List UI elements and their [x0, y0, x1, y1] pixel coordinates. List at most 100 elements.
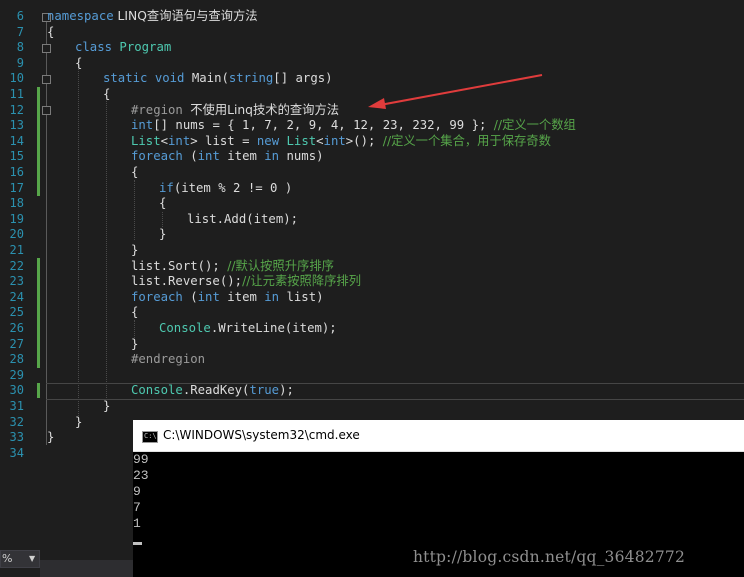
line-number: 6	[16, 9, 24, 23]
keyword: in	[264, 289, 280, 304]
comment: //默认按照升序排序	[227, 258, 334, 273]
type-name: Console	[131, 383, 183, 398]
keyword: int	[323, 133, 346, 148]
keyword: class	[75, 40, 113, 55]
line-number: 23	[9, 274, 24, 289]
line-number: 8	[16, 40, 24, 55]
line-number: 29	[9, 367, 24, 382]
change-indicator-bar	[37, 87, 40, 196]
keyword: int	[197, 149, 220, 164]
code-text: item	[219, 149, 265, 164]
horizontal-scrollbar[interactable]	[40, 560, 133, 577]
code-line: class Program	[75, 40, 171, 56]
code-line: list.Sort(); //默认按照升序排序	[131, 259, 334, 275]
collapse-toggle[interactable]	[42, 44, 51, 53]
annotation-arrow-icon	[368, 74, 543, 109]
cmd-title-bar[interactable]: C:\ C:\WINDOWS\system32\cmd.exe	[133, 420, 744, 452]
code-line: }	[103, 399, 111, 413]
line-number: 18	[9, 196, 24, 211]
code-text: >();	[345, 133, 383, 148]
keyword: void	[147, 71, 185, 86]
line-number: 15	[9, 149, 24, 164]
line-number: 13	[9, 118, 24, 133]
keyword: int	[197, 289, 220, 304]
console-output-line: 1	[133, 516, 141, 531]
zoom-level: %	[2, 552, 13, 565]
code-text: (item % 2 != 0 )	[173, 180, 293, 195]
line-number: 34	[9, 445, 24, 460]
keyword: string	[228, 71, 274, 86]
indent-guide	[78, 64, 79, 424]
console-output-line: 7	[133, 500, 141, 515]
comment: //让元素按照降序排列	[242, 274, 362, 289]
keyword: int	[131, 118, 154, 133]
console-output: 99 23 9 7 1	[133, 452, 149, 532]
region-name: 不使用Linq技术的查询方法	[190, 102, 340, 117]
zoom-dropdown[interactable]: % ▼	[0, 550, 40, 568]
code-text: list.Sort();	[131, 258, 228, 273]
code-line: if(item % 2 != 0 )	[159, 181, 292, 197]
keyword: true	[249, 383, 280, 398]
code-text: (	[182, 289, 198, 304]
code-text: item	[219, 289, 265, 304]
code-text: nums)	[279, 149, 324, 164]
type-name: List	[131, 133, 161, 148]
endregion-line: #endregion	[131, 352, 206, 367]
code-line: Console.WriteLine(item);	[159, 321, 337, 337]
cmd-window-title: C:\WINDOWS\system32\cmd.exe	[163, 428, 360, 442]
line-number: 21	[9, 243, 24, 257]
code-text: .ReadKey(	[182, 383, 250, 398]
code-text: .WriteLine(item);	[210, 321, 337, 335]
line-number: 16	[9, 165, 24, 179]
namespace-name: LINQ查询语句与查询方法	[113, 9, 258, 23]
line-number: 10	[9, 71, 24, 86]
console-output-line: 99	[133, 452, 149, 467]
comment: //定义一个数组	[493, 118, 576, 133]
line-number: 25	[9, 305, 24, 320]
change-indicator-bar	[37, 258, 40, 368]
line-number: 22	[9, 258, 24, 273]
keyword: int	[168, 133, 191, 148]
region-directive: #region	[131, 102, 191, 117]
line-number: 19	[9, 211, 24, 226]
code-line: static void Main(string[] args)	[103, 71, 333, 87]
code-line: foreach (int item in list)	[131, 290, 324, 306]
code-line: }	[131, 336, 139, 351]
code-line: list.Reverse();//让元素按照降序排列	[131, 274, 361, 290]
indent-guide	[162, 212, 163, 227]
code-line: }	[131, 243, 139, 257]
collapse-toggle[interactable]	[42, 75, 51, 84]
outline-line	[46, 22, 47, 445]
line-number: 24	[9, 289, 24, 304]
code-text: <	[316, 133, 324, 148]
keyword: foreach	[131, 149, 183, 164]
indent-guide	[106, 96, 107, 408]
line-number-gutter: 6 7 8 9 10 11 12 13 14 15 16 17 18 19 20…	[0, 0, 30, 560]
code-line: Console.ReadKey(true);	[131, 383, 294, 399]
code-line: foreach (int item in nums)	[131, 149, 324, 165]
code-line: List<int> list = new List<int>(); //定义一个…	[131, 134, 551, 150]
code-line: }	[159, 227, 167, 242]
indent-guide	[134, 180, 135, 240]
class-name: Program	[112, 40, 172, 55]
keyword: namespace	[47, 9, 114, 23]
line-number: 33	[9, 430, 24, 445]
code-line: {	[47, 24, 55, 39]
code-line: list.Add(item);	[187, 211, 299, 226]
type-name: Console	[159, 321, 211, 335]
line-number: 12	[9, 102, 24, 117]
keyword: static	[103, 71, 148, 86]
code-text: );	[279, 383, 294, 398]
line-number: 11	[9, 87, 24, 101]
code-line: {	[159, 196, 167, 211]
code-line: {	[103, 87, 111, 101]
line-number: 27	[9, 336, 24, 351]
collapse-toggle[interactable]	[42, 106, 51, 115]
type-name: List	[286, 133, 317, 148]
keyword: foreach	[131, 289, 183, 304]
line-number: 17	[9, 180, 24, 195]
line-number: 28	[9, 352, 24, 367]
code-text: <	[160, 133, 169, 148]
code-line: }	[47, 430, 55, 445]
